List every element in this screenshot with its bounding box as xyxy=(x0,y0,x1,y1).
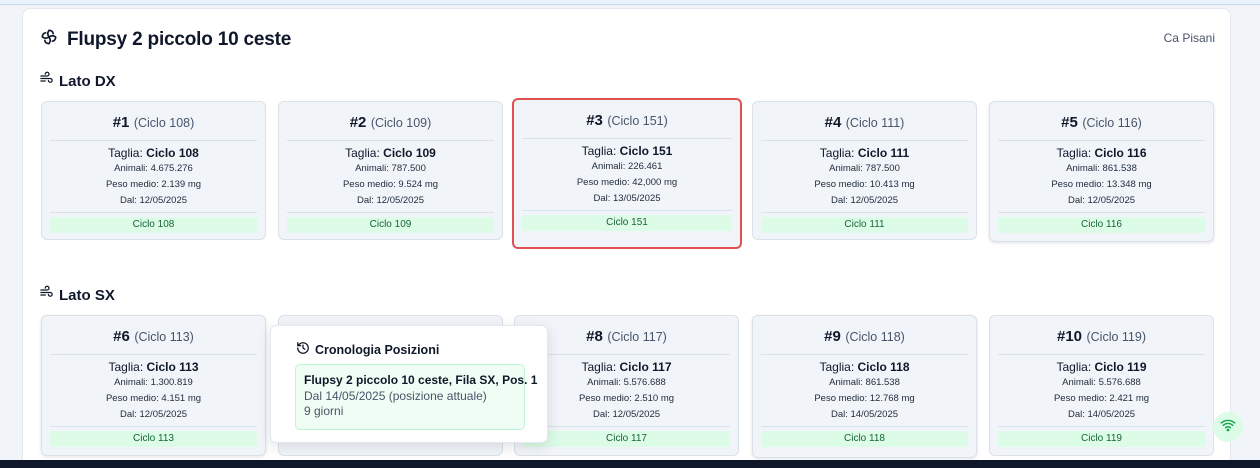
basket-size: Taglia: Ciclo 117 xyxy=(581,360,672,374)
basket-cycle: (Ciclo 113) xyxy=(134,330,194,344)
basket-card-5[interactable]: #5 (Ciclo 116) Taglia: Ciclo 116 Animali… xyxy=(989,101,1214,242)
basket-weight: Peso medio: 2.421 mg xyxy=(1053,393,1150,404)
history-since: Dal 14/05/2025 (posizione attuale) xyxy=(304,389,487,403)
side-label-dx: Lato DX xyxy=(59,72,116,90)
basket-animals: Animali: 787.500 xyxy=(829,163,900,174)
basket-card-3[interactable]: #3 (Ciclo 151) Taglia: Ciclo 151 Animali… xyxy=(512,98,742,249)
basket-cycle: (Ciclo 118) xyxy=(845,330,905,344)
basket-number: #6 xyxy=(113,328,130,345)
cycle-badge: Ciclo 109 xyxy=(287,217,494,233)
side-header-sx: Lato SX xyxy=(39,285,115,305)
basket-size: Taglia: Ciclo 116 xyxy=(1056,146,1147,160)
cycle-badge: Ciclo 108 xyxy=(50,217,257,233)
flupsy-header: Flupsy 2 piccolo 10 ceste xyxy=(39,27,291,52)
basket-number: #10 xyxy=(1057,328,1083,345)
basket-animals: Animali: 861.538 xyxy=(1066,163,1137,174)
basket-weight: Peso medio: 10.413 mg xyxy=(814,179,915,190)
basket-cycle: (Ciclo 111) xyxy=(845,116,905,130)
history-entry: Flupsy 2 piccolo 10 ceste, Fila SX, Pos.… xyxy=(295,364,538,430)
basket-animals: Animali: 226.461 xyxy=(591,161,663,172)
basket-cycle: (Ciclo 117) xyxy=(607,330,667,344)
flupsy-title: Flupsy 2 piccolo 10 ceste xyxy=(67,28,292,50)
basket-since: Dal: 14/05/2025 xyxy=(1067,409,1136,420)
basket-cycle: (Ciclo 119) xyxy=(1086,330,1146,344)
connection-status-button[interactable] xyxy=(1213,412,1243,442)
basket-cycle: (Ciclo 108) xyxy=(133,116,195,130)
basket-weight: Peso medio: 42,000 mg xyxy=(576,177,678,188)
basket-number: #3 xyxy=(586,112,603,129)
history-location: Flupsy 2 piccolo 10 ceste, Fila SX, Pos.… xyxy=(304,373,538,387)
basket-animals: Animali: 4.675.276 xyxy=(114,163,193,174)
basket-cycle: (Ciclo 109) xyxy=(370,116,432,130)
basket-weight: Peso medio: 4.151 mg xyxy=(105,393,202,404)
basket-since: Dal: 12/05/2025 xyxy=(830,195,899,206)
owner-label: Ca Pisani xyxy=(1163,31,1215,45)
side-label-sx: Lato SX xyxy=(59,286,115,304)
basket-card-9[interactable]: #9 (Ciclo 118) Taglia: Ciclo 118 Animali… xyxy=(752,315,977,458)
basket-number: #5 xyxy=(1061,114,1078,131)
top-strip xyxy=(0,0,1260,5)
basket-size: Taglia: Ciclo 109 xyxy=(345,146,436,160)
basket-since: Dal: 14/05/2025 xyxy=(830,409,899,420)
history-duration: 9 giorni xyxy=(304,404,344,418)
basket-animals: Animali: 5.576.688 xyxy=(587,377,666,388)
basket-cycle: (Ciclo 151) xyxy=(607,114,668,128)
basket-number: #9 xyxy=(824,328,841,345)
basket-weight: Peso medio: 13.348 mg xyxy=(1051,179,1152,190)
basket-card-10[interactable]: #10 (Ciclo 119) Taglia: Ciclo 119 Animal… xyxy=(989,315,1214,456)
flupsy-icon xyxy=(39,27,59,52)
history-icon xyxy=(296,341,310,358)
bottom-bar xyxy=(0,460,1260,468)
cycle-badge: Ciclo 117 xyxy=(523,431,730,447)
basket-card-6[interactable]: #6 (Ciclo 113) Taglia: Ciclo 113 Animali… xyxy=(41,315,266,456)
basket-since: Dal: 12/05/2025 xyxy=(356,195,425,206)
basket-size: Taglia: Ciclo 113 xyxy=(108,360,199,374)
cycle-badge: Ciclo 118 xyxy=(761,431,968,447)
basket-size: Taglia: Ciclo 119 xyxy=(1056,360,1147,374)
position-history-popover: Cronologia Posizioni Flupsy 2 piccolo 10… xyxy=(270,325,548,443)
basket-animals: Animali: 861.538 xyxy=(829,377,900,388)
basket-since: Dal: 12/05/2025 xyxy=(119,409,188,420)
basket-weight: Peso medio: 12.768 mg xyxy=(814,393,915,404)
side-header-dx: Lato DX xyxy=(39,71,116,91)
popover-title: Cronologia Posizioni xyxy=(315,342,440,357)
basket-animals: Animali: 787.500 xyxy=(355,163,426,174)
basket-cycle: (Ciclo 116) xyxy=(1082,116,1142,130)
basket-card-4[interactable]: #4 (Ciclo 111) Taglia: Ciclo 111 Animali… xyxy=(752,101,977,240)
cycle-badge: Ciclo 119 xyxy=(998,431,1205,447)
basket-number: #2 xyxy=(349,114,367,131)
basket-card-1[interactable]: #1 (Ciclo 108) Taglia: Ciclo 108 Animali… xyxy=(41,101,266,240)
basket-since: Dal: 12/05/2025 xyxy=(592,409,661,420)
basket-size: Taglia: Ciclo 118 xyxy=(819,360,910,374)
basket-animals: Animali: 1.300.819 xyxy=(114,377,193,388)
popover-header: Cronologia Posizioni xyxy=(296,341,439,358)
basket-since: Dal: 12/05/2025 xyxy=(1067,195,1136,206)
wind-icon xyxy=(39,285,54,305)
wind-icon xyxy=(39,71,54,91)
basket-card-2[interactable]: #2 (Ciclo 109) Taglia: Ciclo 109 Animali… xyxy=(278,101,503,240)
cycle-badge: Ciclo 151 xyxy=(522,215,732,231)
basket-since: Dal: 13/05/2025 xyxy=(593,193,661,204)
cycle-badge: Ciclo 111 xyxy=(761,217,968,233)
basket-number: #8 xyxy=(586,328,603,345)
basket-weight: Peso medio: 2.139 mg xyxy=(105,179,202,190)
basket-number: #1 xyxy=(112,114,130,131)
basket-number: #4 xyxy=(824,114,842,131)
basket-size: Taglia: Ciclo 111 xyxy=(819,146,910,160)
flupsy-panel: Flupsy 2 piccolo 10 ceste Ca Pisani Lato… xyxy=(22,8,1231,468)
cycle-badge: Ciclo 116 xyxy=(998,217,1205,233)
basket-size: Taglia: Ciclo 108 xyxy=(108,146,199,160)
basket-animals: Animali: 5.576.688 xyxy=(1062,377,1141,388)
basket-since: Dal: 12/05/2025 xyxy=(119,195,188,206)
basket-size: Taglia: Ciclo 151 xyxy=(581,144,673,158)
basket-weight: Peso medio: 9.524 mg xyxy=(342,179,439,190)
basket-weight: Peso medio: 2.510 mg xyxy=(578,393,675,404)
cycle-badge: Ciclo 113 xyxy=(50,431,257,447)
wifi-icon xyxy=(1220,417,1236,438)
